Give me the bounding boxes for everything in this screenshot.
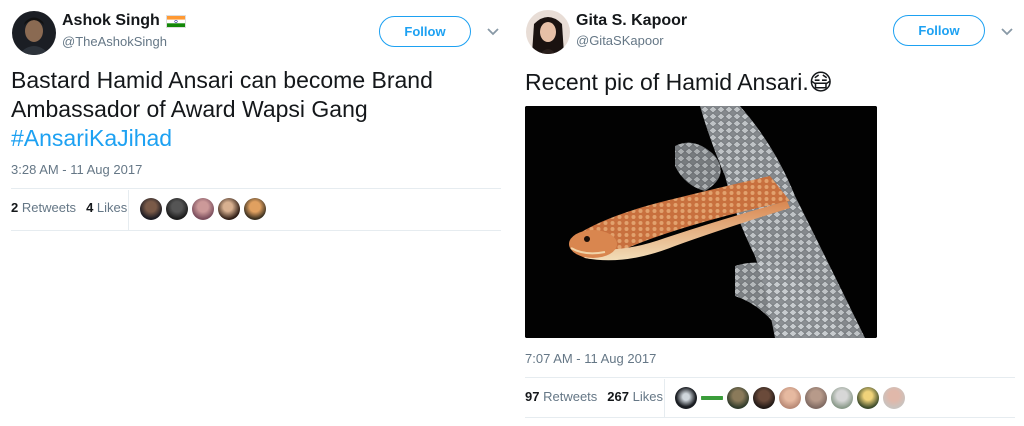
timestamp[interactable]: 3:28 AM - 11 Aug 2017: [11, 162, 142, 177]
liker-avatar[interactable]: [192, 198, 214, 220]
liker-avatar[interactable]: [883, 387, 905, 409]
display-name[interactable]: Ashok Singh: [62, 12, 160, 30]
snake-shedding-skin-photo[interactable]: [525, 106, 877, 338]
hashtag-link[interactable]: #AnsariKaJihad: [11, 124, 501, 153]
liker-avatar[interactable]: [140, 198, 162, 220]
liker-avatars: [140, 198, 266, 220]
face-with-mask-emoji: 😷: [808, 70, 833, 96]
divider: [525, 377, 1015, 378]
divider: [128, 190, 129, 230]
chevron-down-icon[interactable]: [486, 27, 500, 37]
liker-avatar[interactable]: [831, 387, 853, 409]
likes-stat[interactable]: 267 Likes: [607, 389, 663, 404]
tweet-text-line: Recent pic of Hamid Ansari.: [525, 69, 809, 95]
retweets-stat[interactable]: 97 Retweets: [525, 389, 597, 404]
divider: [664, 379, 665, 417]
follow-button[interactable]: Follow: [379, 16, 471, 47]
avatar[interactable]: [526, 10, 570, 54]
chevron-down-icon[interactable]: [1000, 27, 1014, 37]
likes-stat[interactable]: 4 Likes: [86, 200, 127, 215]
tweet-card-ashok: Ashok Singh @TheAshokSingh Follow Bastar…: [0, 0, 512, 426]
liker-avatar[interactable]: [244, 198, 266, 220]
liker-avatar[interactable]: [727, 387, 749, 409]
retweets-stat[interactable]: 2 Retweets: [11, 200, 76, 215]
timestamp[interactable]: 7:07 AM - 11 Aug 2017: [525, 351, 656, 366]
divider: [11, 188, 501, 189]
user-handle[interactable]: @TheAshokSingh: [62, 34, 167, 49]
engagement-stats: 97 Retweets 267 Likes: [525, 389, 663, 404]
liker-avatar[interactable]: [857, 387, 879, 409]
tweet-text: Bastard Hamid Ansari can become Brand Am…: [11, 66, 501, 153]
user-handle[interactable]: @GitaSKapoor: [576, 33, 664, 48]
liker-avatar[interactable]: [675, 387, 697, 409]
liker-avatar[interactable]: [753, 387, 775, 409]
engagement-stats: 2 Retweets 4 Likes: [11, 200, 127, 215]
tweet-text-line: Ambassador of Award Wapsi Gang: [11, 96, 368, 122]
avatar[interactable]: [12, 11, 56, 55]
liker-avatar[interactable]: [218, 198, 240, 220]
follow-button[interactable]: Follow: [893, 15, 985, 46]
india-flag-icon: [165, 14, 186, 28]
liker-avatar[interactable]: [805, 387, 827, 409]
tweet-card-gita: Gita S. Kapoor @GitaSKapoor Follow Recen…: [514, 0, 1024, 426]
display-name[interactable]: Gita S. Kapoor: [576, 12, 687, 30]
liker-avatar[interactable]: [166, 198, 188, 220]
divider: [11, 230, 501, 231]
liker-avatars: [675, 387, 905, 409]
divider: [525, 417, 1015, 418]
tweet-text-line: Bastard Hamid Ansari can become Brand: [11, 67, 433, 93]
tweet-text: Recent pic of Hamid Ansari.😷: [525, 68, 1015, 98]
liker-avatar[interactable]: [779, 387, 801, 409]
liker-avatar[interactable]: [701, 387, 723, 409]
